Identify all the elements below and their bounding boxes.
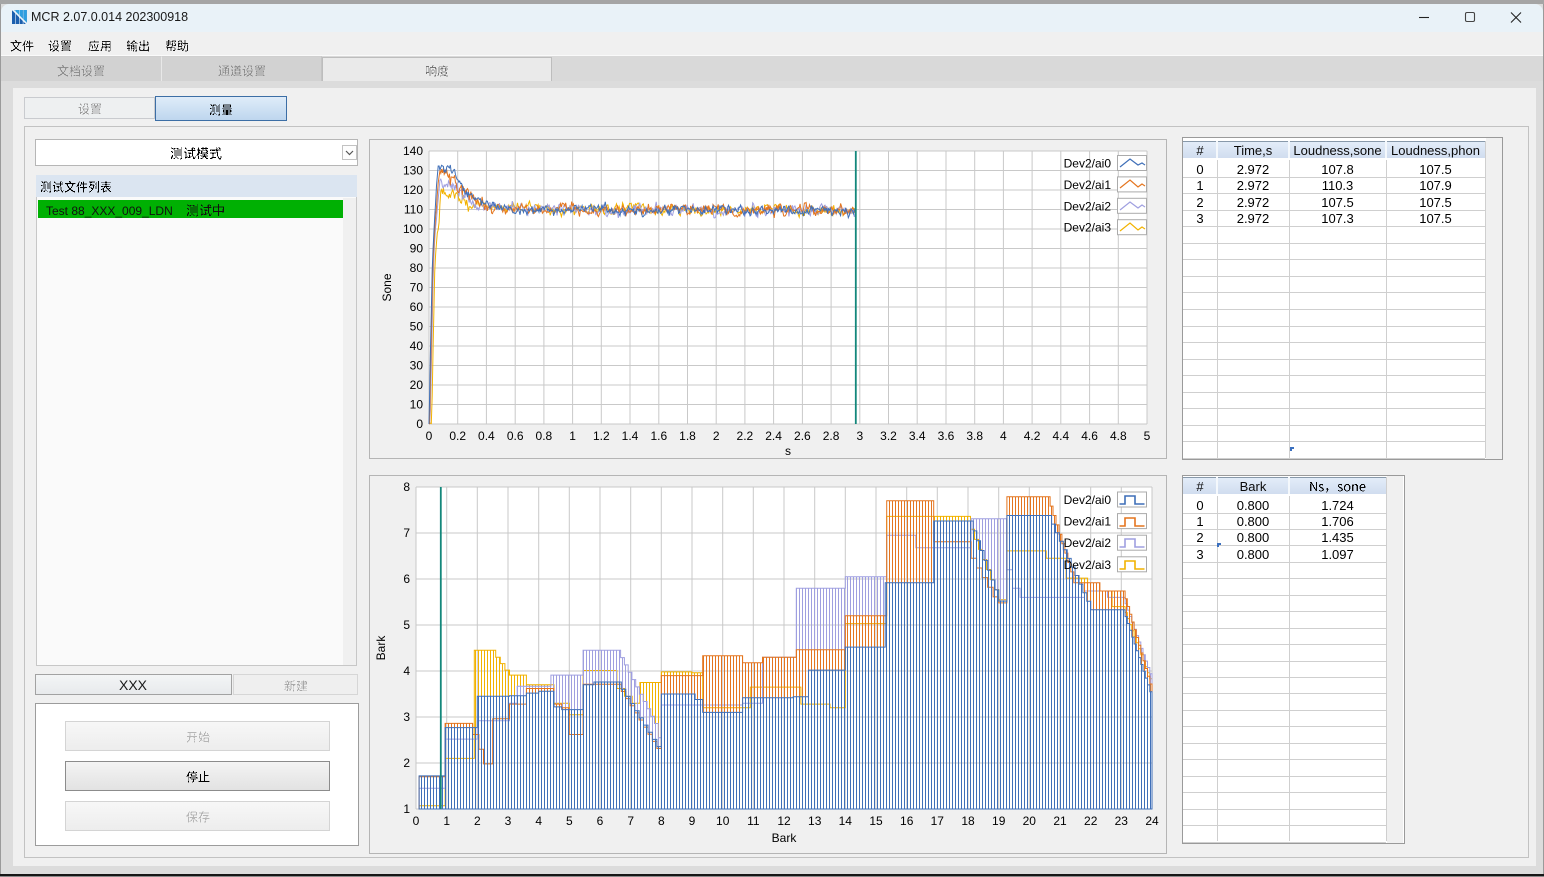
svg-text:0: 0 bbox=[426, 429, 433, 443]
svg-text:110: 110 bbox=[404, 203, 423, 217]
svg-text:3.8: 3.8 bbox=[966, 429, 983, 443]
svg-text:2.6: 2.6 bbox=[794, 429, 811, 443]
svg-text:0.2: 0.2 bbox=[449, 429, 466, 443]
svg-text:1: 1 bbox=[403, 802, 410, 816]
svg-text:13: 13 bbox=[808, 814, 822, 828]
svg-text:Dev2/ai3: Dev2/ai3 bbox=[1064, 558, 1112, 572]
svg-text:0.6: 0.6 bbox=[507, 429, 524, 443]
svg-text:Sone: Sone bbox=[380, 273, 394, 301]
svg-text:11: 11 bbox=[747, 814, 760, 828]
svg-text:14: 14 bbox=[839, 814, 853, 828]
svg-text:1: 1 bbox=[569, 429, 576, 443]
svg-text:3: 3 bbox=[403, 710, 410, 724]
svg-text:60: 60 bbox=[410, 300, 424, 314]
svg-text:9: 9 bbox=[689, 814, 696, 828]
svg-text:3.6: 3.6 bbox=[938, 429, 955, 443]
svg-text:5: 5 bbox=[403, 618, 410, 632]
svg-text:5: 5 bbox=[1144, 429, 1151, 443]
svg-text:80: 80 bbox=[410, 261, 424, 275]
svg-text:4.6: 4.6 bbox=[1081, 429, 1098, 443]
svg-text:4.2: 4.2 bbox=[1024, 429, 1041, 443]
svg-text:120: 120 bbox=[403, 183, 423, 197]
svg-text:1: 1 bbox=[443, 814, 450, 828]
svg-text:4.4: 4.4 bbox=[1052, 429, 1069, 443]
svg-text:3.2: 3.2 bbox=[880, 429, 897, 443]
svg-text:2: 2 bbox=[474, 814, 481, 828]
svg-text:Dev2/ai1: Dev2/ai1 bbox=[1064, 178, 1112, 192]
svg-text:6: 6 bbox=[597, 814, 604, 828]
svg-text:3: 3 bbox=[856, 429, 863, 443]
svg-text:18: 18 bbox=[961, 814, 975, 828]
svg-text:Dev2/ai1: Dev2/ai1 bbox=[1064, 515, 1112, 529]
svg-text:6: 6 bbox=[403, 572, 410, 586]
svg-text:1.8: 1.8 bbox=[679, 429, 696, 443]
svg-text:19: 19 bbox=[992, 814, 1006, 828]
svg-text:2.8: 2.8 bbox=[823, 429, 840, 443]
svg-text:21: 21 bbox=[1053, 814, 1067, 828]
svg-text:4: 4 bbox=[1000, 429, 1007, 443]
svg-text:2.4: 2.4 bbox=[765, 429, 782, 443]
svg-text:2.2: 2.2 bbox=[737, 429, 754, 443]
svg-text:1.4: 1.4 bbox=[622, 429, 639, 443]
svg-text:8: 8 bbox=[658, 814, 665, 828]
svg-text:8: 8 bbox=[403, 480, 410, 494]
svg-text:1.2: 1.2 bbox=[593, 429, 610, 443]
svg-text:130: 130 bbox=[403, 164, 423, 178]
svg-text:140: 140 bbox=[403, 144, 423, 158]
svg-text:4: 4 bbox=[403, 664, 410, 678]
svg-text:20: 20 bbox=[410, 378, 424, 392]
svg-text:3.4: 3.4 bbox=[909, 429, 926, 443]
svg-text:Dev2/ai2: Dev2/ai2 bbox=[1064, 199, 1112, 213]
svg-text:7: 7 bbox=[627, 814, 634, 828]
svg-text:0: 0 bbox=[413, 814, 420, 828]
svg-text:24: 24 bbox=[1145, 814, 1159, 828]
svg-text:4: 4 bbox=[535, 814, 542, 828]
svg-text:2: 2 bbox=[403, 756, 410, 770]
svg-text:16: 16 bbox=[900, 814, 914, 828]
svg-text:4.8: 4.8 bbox=[1110, 429, 1127, 443]
svg-text:Dev2/ai0: Dev2/ai0 bbox=[1064, 157, 1112, 171]
svg-text:15: 15 bbox=[869, 814, 883, 828]
svg-text:10: 10 bbox=[716, 814, 730, 828]
svg-text:5: 5 bbox=[566, 814, 573, 828]
svg-text:0.8: 0.8 bbox=[536, 429, 553, 443]
svg-text:22: 22 bbox=[1084, 814, 1098, 828]
svg-text:50: 50 bbox=[410, 320, 424, 334]
svg-text:0: 0 bbox=[416, 417, 423, 431]
svg-text:Bark: Bark bbox=[374, 635, 388, 661]
svg-text:7: 7 bbox=[403, 526, 410, 540]
svg-text:40: 40 bbox=[410, 339, 424, 353]
svg-text:s: s bbox=[785, 444, 791, 458]
svg-text:Bark: Bark bbox=[772, 831, 798, 845]
svg-text:20: 20 bbox=[1023, 814, 1037, 828]
svg-text:90: 90 bbox=[410, 242, 424, 256]
svg-text:17: 17 bbox=[931, 814, 945, 828]
svg-text:70: 70 bbox=[410, 281, 424, 295]
svg-text:1.6: 1.6 bbox=[650, 429, 667, 443]
svg-text:10: 10 bbox=[410, 398, 424, 412]
svg-text:Dev2/ai0: Dev2/ai0 bbox=[1064, 493, 1112, 507]
svg-text:2: 2 bbox=[713, 429, 720, 443]
svg-text:30: 30 bbox=[410, 359, 424, 373]
svg-text:Dev2/ai2: Dev2/ai2 bbox=[1064, 536, 1112, 550]
svg-text:Dev2/ai3: Dev2/ai3 bbox=[1064, 221, 1112, 235]
svg-text:12: 12 bbox=[777, 814, 791, 828]
svg-text:100: 100 bbox=[403, 222, 423, 236]
svg-text:0.4: 0.4 bbox=[478, 429, 495, 443]
svg-text:23: 23 bbox=[1115, 814, 1129, 828]
svg-text:3: 3 bbox=[505, 814, 512, 828]
